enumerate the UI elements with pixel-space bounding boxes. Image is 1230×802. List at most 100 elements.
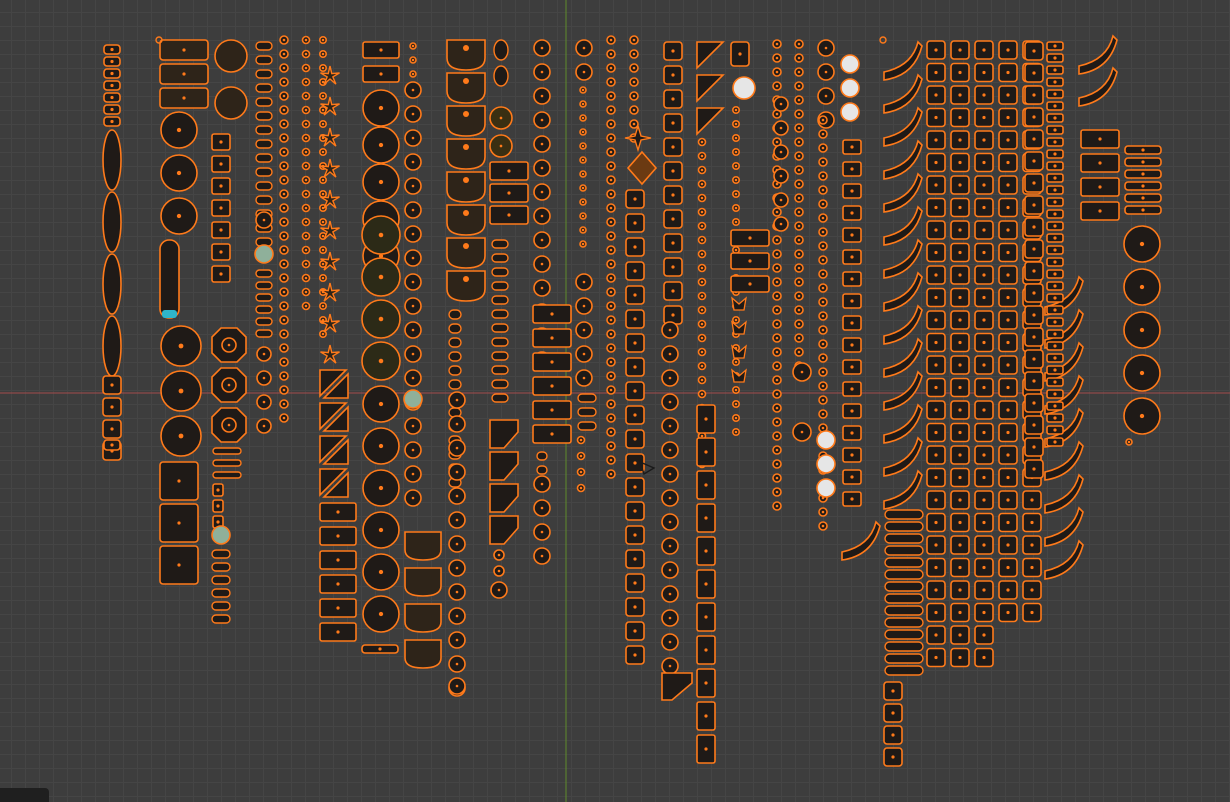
uv-island[interactable]	[884, 593, 924, 604]
uv-vertex[interactable]	[110, 71, 114, 76]
uv-vertex[interactable]	[779, 150, 783, 154]
uv-vertex[interactable]	[1006, 430, 1010, 435]
uv-vertex[interactable]	[982, 160, 986, 165]
uv-vertex[interactable]	[411, 424, 415, 428]
uv-vertex[interactable]	[262, 376, 266, 380]
uv-vertex[interactable]	[775, 308, 779, 312]
uv-vertex[interactable]	[219, 272, 223, 276]
uv-island[interactable]	[446, 237, 486, 269]
uv-vertex[interactable]	[321, 192, 325, 196]
uv-vertex[interactable]	[1053, 368, 1057, 372]
uv-vertex[interactable]	[411, 160, 415, 164]
uv-island[interactable]	[489, 515, 519, 545]
uv-vertex[interactable]	[378, 232, 384, 238]
uv-vertex[interactable]	[378, 105, 384, 111]
uv-vertex[interactable]	[821, 384, 825, 388]
uv-vertex[interactable]	[700, 266, 704, 270]
uv-vertex[interactable]	[982, 408, 986, 412]
selected-island[interactable]	[816, 430, 836, 450]
uv-vertex[interactable]	[821, 146, 825, 150]
uv-vertex[interactable]	[177, 479, 181, 483]
uv-vertex[interactable]	[850, 497, 854, 501]
uv-vertex[interactable]	[1006, 543, 1010, 547]
uv-vertex[interactable]	[1053, 440, 1057, 444]
uv-vertex[interactable]	[1006, 475, 1010, 480]
uv-vertex[interactable]	[1006, 138, 1010, 142]
uv-vertex[interactable]	[304, 206, 308, 210]
uv-vertex[interactable]	[282, 374, 286, 378]
uv-vertex[interactable]	[797, 266, 801, 270]
uv-vertex[interactable]	[704, 615, 708, 619]
uv-vertex[interactable]	[934, 115, 938, 120]
uv-vertex[interactable]	[671, 313, 675, 317]
uv-vertex[interactable]	[581, 214, 585, 218]
uv-vertex[interactable]	[304, 262, 308, 266]
uv-vertex[interactable]	[797, 126, 801, 130]
uv-vertex[interactable]	[891, 755, 895, 759]
uv-vertex[interactable]	[734, 220, 738, 224]
uv-vertex[interactable]	[540, 70, 544, 74]
uv-vertex[interactable]	[821, 370, 825, 374]
uv-vertex[interactable]	[850, 453, 854, 457]
uv-vertex[interactable]	[1053, 260, 1057, 264]
uv-vertex[interactable]	[797, 42, 801, 46]
uv-vertex[interactable]	[1053, 296, 1057, 300]
uv-vertex[interactable]	[1053, 308, 1057, 312]
uv-vertex[interactable]	[178, 343, 184, 349]
uv-vertex[interactable]	[797, 84, 801, 88]
uv-island[interactable]	[491, 281, 509, 291]
uv-vertex[interactable]	[671, 169, 675, 173]
uv-vertex[interactable]	[633, 485, 637, 489]
uv-vertex[interactable]	[304, 192, 308, 196]
uv-vertex[interactable]	[178, 433, 184, 439]
uv-vertex[interactable]	[609, 38, 613, 42]
uv-vertex[interactable]	[934, 543, 938, 547]
uv-island[interactable]	[1078, 34, 1118, 75]
uv-vertex[interactable]	[219, 184, 223, 188]
uv-vertex[interactable]	[700, 154, 704, 158]
uv-vertex[interactable]	[282, 234, 286, 238]
uv-vertex[interactable]	[1032, 137, 1036, 141]
uv-vertex[interactable]	[176, 213, 182, 219]
uv-vertex[interactable]	[1032, 247, 1036, 251]
uv-vertex[interactable]	[379, 72, 383, 76]
uv-vertex[interactable]	[775, 140, 779, 144]
uv-vertex[interactable]	[463, 111, 469, 117]
uv-vertex[interactable]	[748, 282, 752, 286]
uv-vertex[interactable]	[609, 360, 613, 364]
uv-vertex[interactable]	[850, 211, 854, 215]
uv-vertex[interactable]	[609, 290, 613, 294]
uv-vertex[interactable]	[668, 448, 672, 452]
uv-vertex[interactable]	[1032, 225, 1036, 229]
uv-vertex[interactable]	[550, 408, 554, 412]
uv-vertex[interactable]	[219, 228, 223, 232]
uv-island[interactable]	[404, 603, 442, 633]
uv-vertex[interactable]	[632, 80, 636, 84]
uv-vertex[interactable]	[455, 398, 459, 402]
uv-vertex[interactable]	[540, 238, 544, 242]
uv-vertex[interactable]	[463, 45, 469, 51]
uv-vertex[interactable]	[378, 485, 384, 491]
uv-vertex[interactable]	[633, 509, 637, 513]
uv-vertex[interactable]	[411, 256, 415, 260]
uv-vertex[interactable]	[1141, 196, 1145, 200]
uv-vertex[interactable]	[775, 266, 779, 270]
uv-vertex[interactable]	[734, 248, 738, 252]
uv-vertex[interactable]	[700, 364, 704, 368]
uv-vertex[interactable]	[982, 205, 986, 210]
uv-vertex[interactable]	[1006, 273, 1010, 277]
uv-vertex[interactable]	[958, 408, 962, 412]
uv-vertex[interactable]	[734, 318, 738, 322]
uv-island[interactable]	[255, 167, 273, 177]
uv-island[interactable]	[491, 309, 509, 319]
uv-vertex[interactable]	[934, 228, 938, 232]
uv-vertex[interactable]	[304, 66, 308, 70]
uv-vertex[interactable]	[282, 136, 286, 140]
uv-vertex[interactable]	[775, 238, 779, 242]
uv-vertex[interactable]	[1006, 520, 1010, 525]
uv-vertex[interactable]	[540, 506, 544, 510]
uv-vertex[interactable]	[958, 520, 962, 525]
uv-vertex[interactable]	[700, 280, 704, 284]
uv-vertex[interactable]	[581, 158, 585, 162]
uv-vertex[interactable]	[540, 530, 544, 534]
